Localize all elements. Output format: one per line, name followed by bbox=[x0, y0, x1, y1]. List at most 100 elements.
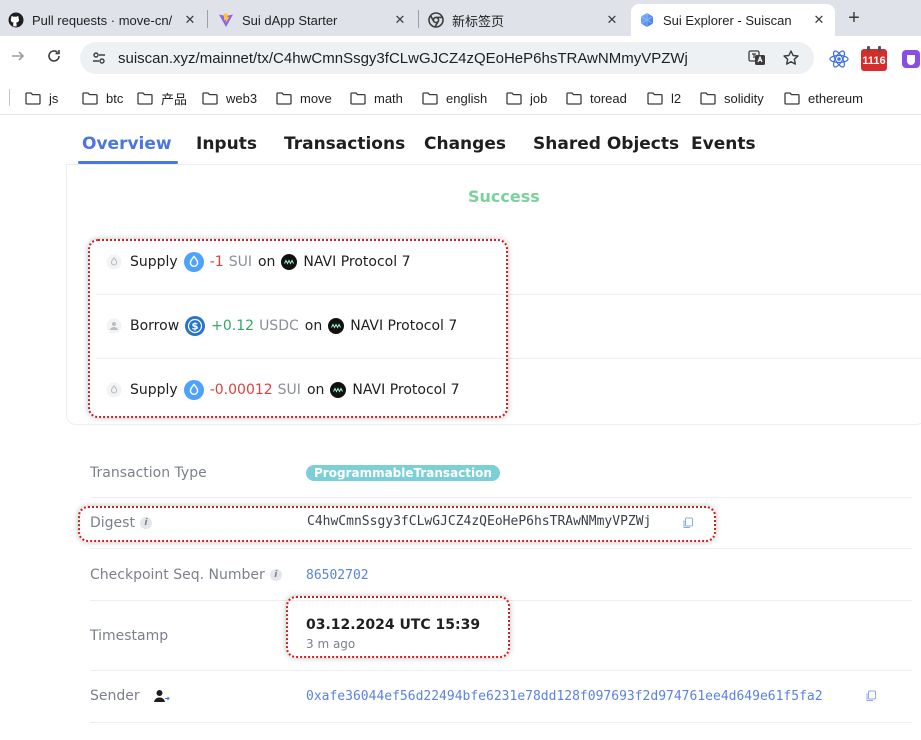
bookmark-label: english bbox=[446, 90, 488, 106]
extension-badge: 1116 bbox=[862, 55, 886, 67]
active-tab-indicator bbox=[78, 161, 178, 164]
bookmark-folder[interactable]: 产品 bbox=[137, 88, 187, 108]
extension-icon[interactable] bbox=[901, 49, 921, 69]
transaction-tabs: Overview Inputs Transactions Changes Sha… bbox=[66, 116, 921, 166]
new-tab-button[interactable]: + bbox=[844, 6, 864, 30]
folder-icon bbox=[202, 91, 218, 105]
status-success: Success bbox=[468, 187, 540, 206]
address-bar[interactable]: suiscan.xyz/mainnet/tx/C4hwCmnSsgy3fCLwG… bbox=[80, 42, 814, 74]
bookmark-label: job bbox=[530, 90, 548, 106]
checkpoint-link[interactable]: 86502702 bbox=[306, 568, 369, 583]
browser-tab-strip: Pull requests · move-cn/ ✕ Sui dApp Star… bbox=[0, 0, 921, 36]
folder-icon bbox=[82, 91, 98, 105]
forward-button[interactable] bbox=[8, 48, 28, 68]
bookmark-folder[interactable]: solidity bbox=[700, 88, 764, 108]
bookmark-label: ethereum bbox=[808, 90, 863, 106]
bookmark-label: solidity bbox=[724, 90, 764, 106]
bookmarks-bar: js btc 产品 web3 move math english job toread l2 sol… bbox=[0, 80, 921, 115]
sender-label-text: Sender bbox=[90, 688, 140, 704]
bookmark-star-icon[interactable] bbox=[780, 47, 802, 69]
folder-icon bbox=[784, 91, 800, 105]
sender-address-link[interactable]: 0xafe36044ef56d22494bfe6231e78dd128f0976… bbox=[306, 689, 823, 704]
bookmark-folder[interactable]: btc bbox=[82, 88, 123, 108]
close-icon[interactable]: ✕ bbox=[392, 12, 408, 28]
user-send-icon bbox=[153, 690, 170, 702]
arrow-right-icon bbox=[12, 51, 25, 61]
folder-icon bbox=[700, 91, 716, 105]
folder-icon bbox=[506, 91, 522, 105]
bookmark-label: web3 bbox=[226, 90, 258, 106]
tx-type-label: Transaction Type bbox=[90, 465, 207, 481]
folder-icon bbox=[276, 91, 292, 105]
highlight-digest bbox=[78, 506, 716, 542]
folder-icon bbox=[566, 91, 582, 105]
bookmark-label: btc bbox=[106, 90, 124, 106]
bookmarks-separator bbox=[9, 89, 10, 106]
tab-separator bbox=[207, 10, 208, 28]
calendar-extension-icon[interactable]: 1116 bbox=[860, 46, 888, 72]
close-icon[interactable]: ✕ bbox=[811, 12, 827, 28]
folder-icon bbox=[137, 91, 153, 105]
copy-icon[interactable] bbox=[865, 690, 877, 702]
chrome-icon bbox=[428, 12, 444, 28]
bookmark-label: js bbox=[49, 90, 59, 106]
tx-type-badge: ProgrammableTransaction bbox=[306, 465, 500, 481]
browser-tab-github[interactable]: Pull requests · move-cn/ ✕ bbox=[0, 4, 206, 36]
react-devtools-icon[interactable] bbox=[829, 49, 849, 69]
highlight-activities bbox=[88, 239, 508, 418]
bookmark-folder[interactable]: job bbox=[506, 88, 547, 108]
browser-tab-new-tab[interactable]: 新标签页 ✕ bbox=[420, 4, 628, 36]
url-text[interactable]: suiscan.xyz/mainnet/tx/C4hwCmnSsgy3fCLwG… bbox=[118, 50, 746, 67]
bookmark-folder[interactable]: move bbox=[276, 88, 332, 108]
row-divider bbox=[90, 548, 912, 549]
close-icon[interactable]: ✕ bbox=[182, 12, 198, 28]
folder-icon bbox=[647, 91, 663, 105]
tab-shared-objects[interactable]: Shared Objects bbox=[533, 134, 679, 154]
close-icon[interactable]: ✕ bbox=[604, 12, 620, 28]
vite-icon bbox=[218, 12, 234, 28]
tab-transactions[interactable]: Transactions bbox=[284, 134, 405, 154]
row-divider bbox=[90, 497, 912, 498]
bookmark-label: move bbox=[300, 90, 332, 106]
bookmark-folder[interactable]: js bbox=[25, 88, 58, 108]
bookmark-folder[interactable]: math bbox=[350, 88, 403, 108]
tab-title: 新标签页 bbox=[452, 13, 505, 29]
sender-label: Sender bbox=[90, 688, 170, 704]
suiscan-icon bbox=[639, 12, 655, 28]
tab-overview[interactable]: Overview bbox=[82, 134, 172, 154]
tab-title: Sui Explorer - Suiscan bbox=[663, 12, 792, 28]
tab-changes[interactable]: Changes bbox=[424, 134, 506, 154]
bookmark-label: 产品 bbox=[161, 91, 188, 107]
bookmark-label: math bbox=[374, 90, 403, 106]
folder-icon bbox=[422, 91, 438, 105]
highlight-timestamp bbox=[286, 596, 510, 658]
browser-toolbar: suiscan.xyz/mainnet/tx/C4hwCmnSsgy3fCLwG… bbox=[0, 36, 921, 80]
checkpoint-label: Checkpoint Seq. Number i bbox=[90, 567, 282, 583]
browser-tab-suiscan[interactable]: Sui Explorer - Suiscan ✕ bbox=[631, 4, 835, 36]
browser-tab-sui-dapp[interactable]: Sui dApp Starter ✕ bbox=[210, 4, 416, 36]
bookmark-label: l2 bbox=[671, 90, 682, 106]
info-icon[interactable]: i bbox=[269, 569, 282, 581]
timestamp-label: Timestamp bbox=[90, 628, 169, 644]
site-settings-icon[interactable] bbox=[90, 49, 108, 67]
row-divider bbox=[90, 670, 912, 671]
tab-title: Pull requests · move-cn/ bbox=[32, 12, 173, 28]
folder-icon bbox=[350, 91, 366, 105]
reload-icon bbox=[48, 50, 60, 62]
bookmark-folder[interactable]: toread bbox=[566, 88, 627, 108]
page-content: Overview Inputs Transactions Changes Sha… bbox=[0, 116, 921, 740]
row-divider bbox=[90, 722, 912, 723]
bookmark-folder[interactable]: l2 bbox=[647, 88, 681, 108]
tab-inputs[interactable]: Inputs bbox=[196, 134, 257, 154]
checkpoint-label-text: Checkpoint Seq. Number bbox=[90, 567, 265, 583]
translate-icon[interactable] bbox=[746, 47, 768, 69]
bookmark-folder[interactable]: english bbox=[422, 88, 487, 108]
tab-separator bbox=[418, 10, 419, 28]
bookmark-label: toread bbox=[590, 90, 627, 106]
bookmark-folder[interactable]: ethereum bbox=[784, 88, 863, 108]
github-icon bbox=[8, 12, 24, 28]
tab-title: Sui dApp Starter bbox=[242, 12, 338, 28]
reload-button[interactable] bbox=[44, 48, 64, 68]
tab-events[interactable]: Events bbox=[691, 134, 756, 154]
bookmark-folder[interactable]: web3 bbox=[202, 88, 257, 108]
